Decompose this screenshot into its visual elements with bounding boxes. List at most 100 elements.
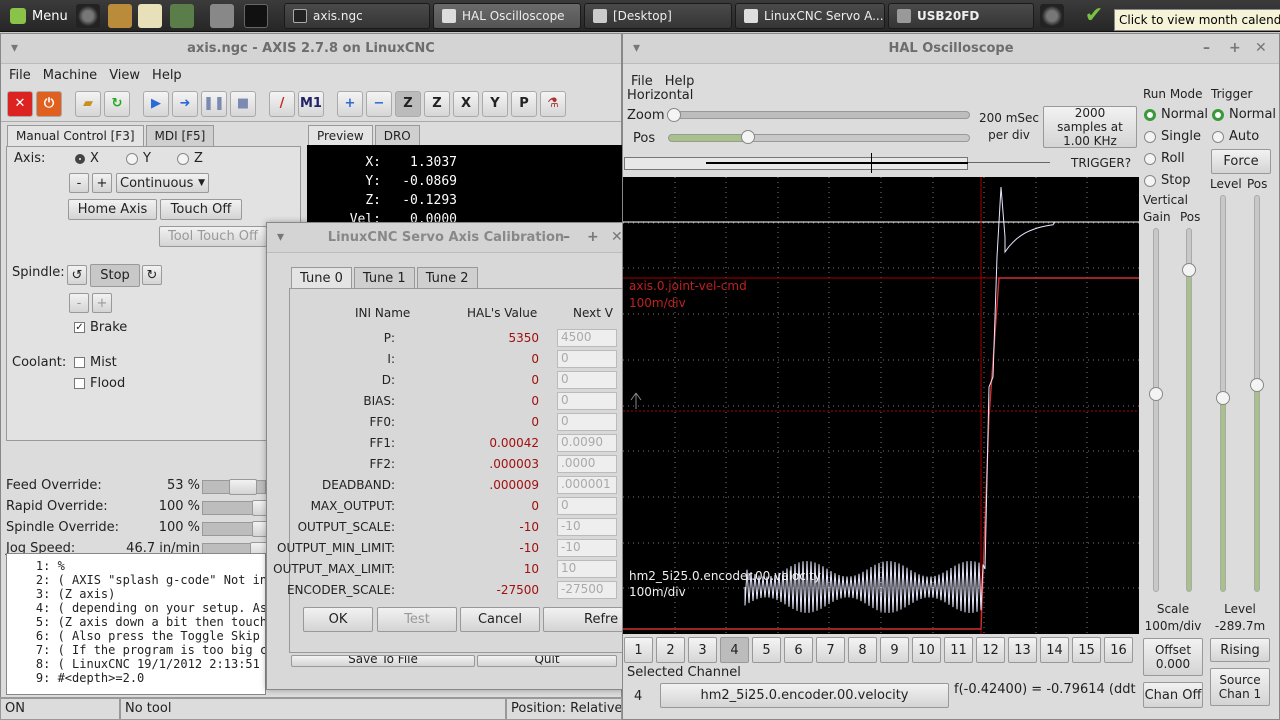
menu-view[interactable]: View bbox=[109, 68, 140, 83]
pos-slider[interactable] bbox=[668, 134, 970, 142]
gcode-line[interactable]: 1: % bbox=[7, 559, 265, 573]
next-value-field[interactable]: 0 bbox=[557, 392, 617, 410]
zoom-slider-handle[interactable] bbox=[667, 108, 681, 122]
view-z2-button[interactable]: Z bbox=[424, 90, 450, 117]
tab-tune-0[interactable]: Tune 0 bbox=[291, 267, 352, 289]
pos-slider-handle[interactable] bbox=[741, 130, 755, 144]
task-usb20fd[interactable]: USB20FD bbox=[888, 3, 1034, 29]
channel-button-5[interactable]: 5 bbox=[752, 637, 781, 663]
samples-button[interactable]: 2000 samples at 1.00 KHz bbox=[1043, 106, 1137, 148]
task-hal-oscilloscope[interactable]: HAL Oscilloscope bbox=[433, 3, 581, 29]
channel-button-16[interactable]: 16 bbox=[1104, 637, 1133, 663]
stop-program-button[interactable]: ■ bbox=[230, 90, 256, 117]
estop-button[interactable]: ✕ bbox=[7, 90, 33, 117]
reload-file-button[interactable]: ↻ bbox=[104, 90, 130, 117]
run-mode-normal[interactable]: Normal bbox=[1144, 107, 1208, 122]
webcam-tray-icon[interactable] bbox=[1040, 4, 1064, 28]
run-program-button[interactable]: ▶ bbox=[143, 90, 169, 117]
force-button[interactable]: Force bbox=[1211, 149, 1271, 174]
maximize-icon[interactable]: + bbox=[587, 229, 599, 245]
calibration-titlebar[interactable]: ▾ LinuxCNC Servo Axis Calibration – + ✕ bbox=[267, 223, 625, 253]
channel-button-8[interactable]: 8 bbox=[848, 637, 877, 663]
trigger-pos-slider-handle[interactable] bbox=[1250, 378, 1264, 392]
axis-titlebar[interactable]: ▾ axis.ngc - AXIS 2.7.8 on LinuxCNC bbox=[1, 34, 621, 64]
minimize-icon[interactable]: – bbox=[563, 229, 570, 245]
menu-help[interactable]: Help bbox=[665, 74, 695, 89]
zoom-out-button[interactable]: − bbox=[366, 90, 392, 117]
tab-dro[interactable]: DRO bbox=[374, 125, 420, 146]
scope-display[interactable]: axis.0.joint-vel-cmd 100m/div hm2_5i25.0… bbox=[623, 177, 1139, 634]
text-editor-launcher-icon[interactable] bbox=[138, 4, 162, 28]
task-axis[interactable]: axis.ngc bbox=[284, 3, 430, 29]
next-value-field[interactable]: -10 bbox=[557, 518, 617, 536]
spindle-slower-button[interactable]: - bbox=[69, 293, 89, 313]
run-mode-single[interactable]: Single bbox=[1144, 129, 1201, 144]
system-monitor-launcher-icon[interactable] bbox=[170, 4, 194, 28]
view-y-button[interactable]: Y bbox=[482, 90, 508, 117]
trigger-normal[interactable]: Normal bbox=[1212, 107, 1276, 122]
jog-mode-select[interactable]: Continuous ▼ bbox=[116, 173, 209, 193]
home-axis-button[interactable]: Home Axis bbox=[68, 199, 157, 220]
terminal-launcher-icon[interactable] bbox=[244, 4, 268, 28]
files-launcher-icon[interactable] bbox=[210, 4, 234, 28]
view-x-button[interactable]: X bbox=[453, 90, 479, 117]
next-value-field[interactable]: -27500 bbox=[557, 581, 617, 599]
rising-button[interactable]: Rising bbox=[1210, 638, 1270, 662]
refresh-button[interactable]: Refre bbox=[543, 607, 623, 632]
webcam-launcher-icon[interactable] bbox=[76, 4, 100, 28]
quit-button[interactable]: Quit bbox=[477, 655, 617, 667]
window-menu-icon[interactable]: ▾ bbox=[633, 40, 640, 56]
window-menu-icon[interactable]: ▾ bbox=[11, 40, 18, 56]
spindle-stop-button[interactable]: Stop bbox=[90, 264, 140, 287]
channel-button-1[interactable]: 1 bbox=[624, 637, 653, 663]
trigger-level-slider-handle[interactable] bbox=[1216, 391, 1230, 405]
channel-button-15[interactable]: 15 bbox=[1072, 637, 1101, 663]
channel-button-2[interactable]: 2 bbox=[656, 637, 685, 663]
run-mode-roll[interactable]: Roll bbox=[1144, 151, 1185, 166]
gain-slider-handle[interactable] bbox=[1149, 387, 1163, 401]
next-value-field[interactable]: 4500 bbox=[557, 329, 617, 347]
spindle-faster-button[interactable]: + bbox=[92, 293, 112, 313]
menu-machine[interactable]: Machine bbox=[43, 68, 97, 83]
next-value-field[interactable]: 0 bbox=[557, 371, 617, 389]
menu-file[interactable]: File bbox=[9, 68, 31, 83]
channel-button-12[interactable]: 12 bbox=[976, 637, 1005, 663]
vertical-pos-slider[interactable] bbox=[1186, 228, 1192, 592]
run-mode-stop[interactable]: Stop bbox=[1144, 173, 1191, 188]
channel-button-6[interactable]: 6 bbox=[784, 637, 813, 663]
close-icon[interactable]: ✕ bbox=[611, 229, 623, 245]
gcode-line[interactable]: 6: ( Also press the Toggle Skip bbox=[7, 629, 265, 643]
tab-manual-control[interactable]: Manual Control [F3] bbox=[7, 125, 144, 146]
gcode-line[interactable]: 7: ( If the program is too big c bbox=[7, 643, 265, 657]
test-button[interactable]: Test bbox=[377, 607, 457, 632]
brake-checkbox[interactable]: ✓ Brake bbox=[74, 320, 127, 335]
next-value-field[interactable]: .0000 bbox=[557, 455, 617, 473]
vertical-pos-slider-handle[interactable] bbox=[1182, 263, 1196, 277]
gcode-line[interactable]: 8: ( LinuxCNC 19/1/2012 2:13:51 bbox=[7, 657, 265, 671]
chan-off-button[interactable]: Chan Off bbox=[1143, 682, 1203, 708]
next-value-field[interactable]: 0 bbox=[557, 497, 617, 515]
axis-radio-x[interactable]: X bbox=[75, 151, 99, 166]
task-desktop[interactable]: [Desktop] bbox=[584, 3, 732, 29]
gcode-line[interactable]: 9: #<depth>=2.0 bbox=[7, 671, 265, 685]
trigger-pos-slider[interactable] bbox=[1254, 195, 1260, 592]
gcode-listing[interactable]: 1: % 2: ( AXIS "splash g-code" Not in 3:… bbox=[6, 553, 266, 695]
machine-power-button[interactable]: ⏻ bbox=[36, 90, 62, 117]
gcode-line[interactable]: 2: ( AXIS "splash g-code" Not in bbox=[7, 573, 265, 587]
channel-button-13[interactable]: 13 bbox=[1008, 637, 1037, 663]
menu-file[interactable]: File bbox=[631, 74, 653, 89]
gcode-line[interactable]: 4: ( depending on your setup. As bbox=[7, 601, 265, 615]
optional-stop-button[interactable]: M1 bbox=[298, 90, 324, 117]
zoom-slider[interactable] bbox=[668, 111, 970, 119]
tab-tune-1[interactable]: Tune 1 bbox=[353, 267, 415, 289]
source-button[interactable]: Source Chan 1 bbox=[1210, 668, 1270, 706]
offset-button[interactable]: Offset 0.000 bbox=[1143, 638, 1203, 676]
channel-button-7[interactable]: 7 bbox=[816, 637, 845, 663]
tab-preview[interactable]: Preview bbox=[308, 125, 373, 146]
zoom-in-button[interactable]: + bbox=[337, 90, 363, 117]
pause-program-button[interactable]: ❚❚ bbox=[201, 90, 227, 117]
window-menu-icon[interactable]: ▾ bbox=[277, 229, 284, 245]
scope-titlebar[interactable]: ▾ HAL Oscilloscope – + ✕ bbox=[623, 34, 1279, 64]
override-slider-handle[interactable] bbox=[229, 479, 257, 495]
channel-button-14[interactable]: 14 bbox=[1040, 637, 1069, 663]
